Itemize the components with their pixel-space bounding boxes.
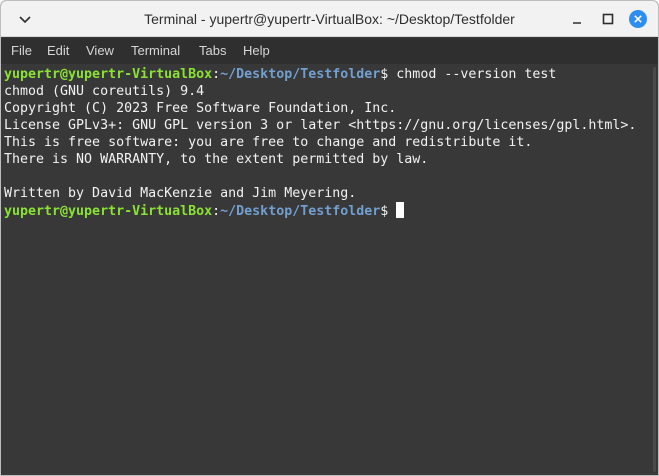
- output-line: License GPLv3+: GNU GPL version 3 or lat…: [4, 118, 637, 133]
- output-line: Written by David MacKenzie and Jim Meyer…: [4, 186, 357, 201]
- prompt-symbol: $: [380, 204, 389, 219]
- close-icon[interactable]: [628, 9, 648, 29]
- menu-help[interactable]: Help: [241, 38, 272, 64]
- typed-command: chmod --version test: [396, 67, 557, 82]
- window-title: Terminal - yupertr@yupertr-VirtualBox: ~…: [144, 11, 515, 27]
- prompt-separator: :: [212, 67, 221, 82]
- prompt-separator: :: [212, 204, 221, 219]
- prompt-symbol: $: [380, 67, 389, 82]
- title-bar[interactable]: Terminal - yupertr@yupertr-VirtualBox: ~…: [1, 1, 658, 37]
- maximize-icon[interactable]: [598, 9, 618, 29]
- menu-view[interactable]: View: [84, 38, 116, 64]
- output-line: There is NO WARRANTY, to the extent perm…: [4, 152, 429, 167]
- output-line: This is free software: you are free to c…: [4, 135, 533, 150]
- terminal-output-area[interactable]: yupertr@yupertr-VirtualBox:~/Desktop/Tes…: [1, 64, 658, 475]
- output-line: chmod (GNU coreutils) 9.4: [4, 84, 205, 99]
- menu-tabs[interactable]: Tabs: [197, 38, 228, 64]
- scrollbar[interactable]: [653, 67, 656, 472]
- command-line: yupertr@yupertr-VirtualBox:~/Desktop/Tes…: [4, 66, 658, 83]
- prompt-line: yupertr@yupertr-VirtualBox:~/Desktop/Tes…: [4, 202, 658, 219]
- prompt-user: yupertr@yupertr-VirtualBox: [4, 67, 213, 82]
- prompt-user: yupertr@yupertr-VirtualBox: [4, 204, 213, 219]
- prompt-path: ~/Desktop/Testfolder: [220, 204, 381, 219]
- output-line: Copyright (C) 2023 Free Software Foundat…: [4, 101, 397, 116]
- menu-edit[interactable]: Edit: [45, 38, 71, 64]
- prompt-path: ~/Desktop/Testfolder: [220, 67, 381, 82]
- terminal-window: Terminal - yupertr@yupertr-VirtualBox: ~…: [0, 0, 659, 476]
- minimize-icon[interactable]: [567, 9, 587, 29]
- menu-file[interactable]: File: [9, 38, 34, 64]
- text-cursor: [396, 202, 405, 218]
- menu-terminal[interactable]: Terminal: [129, 38, 182, 64]
- menu-bar: File Edit View Terminal Tabs Help: [1, 38, 658, 64]
